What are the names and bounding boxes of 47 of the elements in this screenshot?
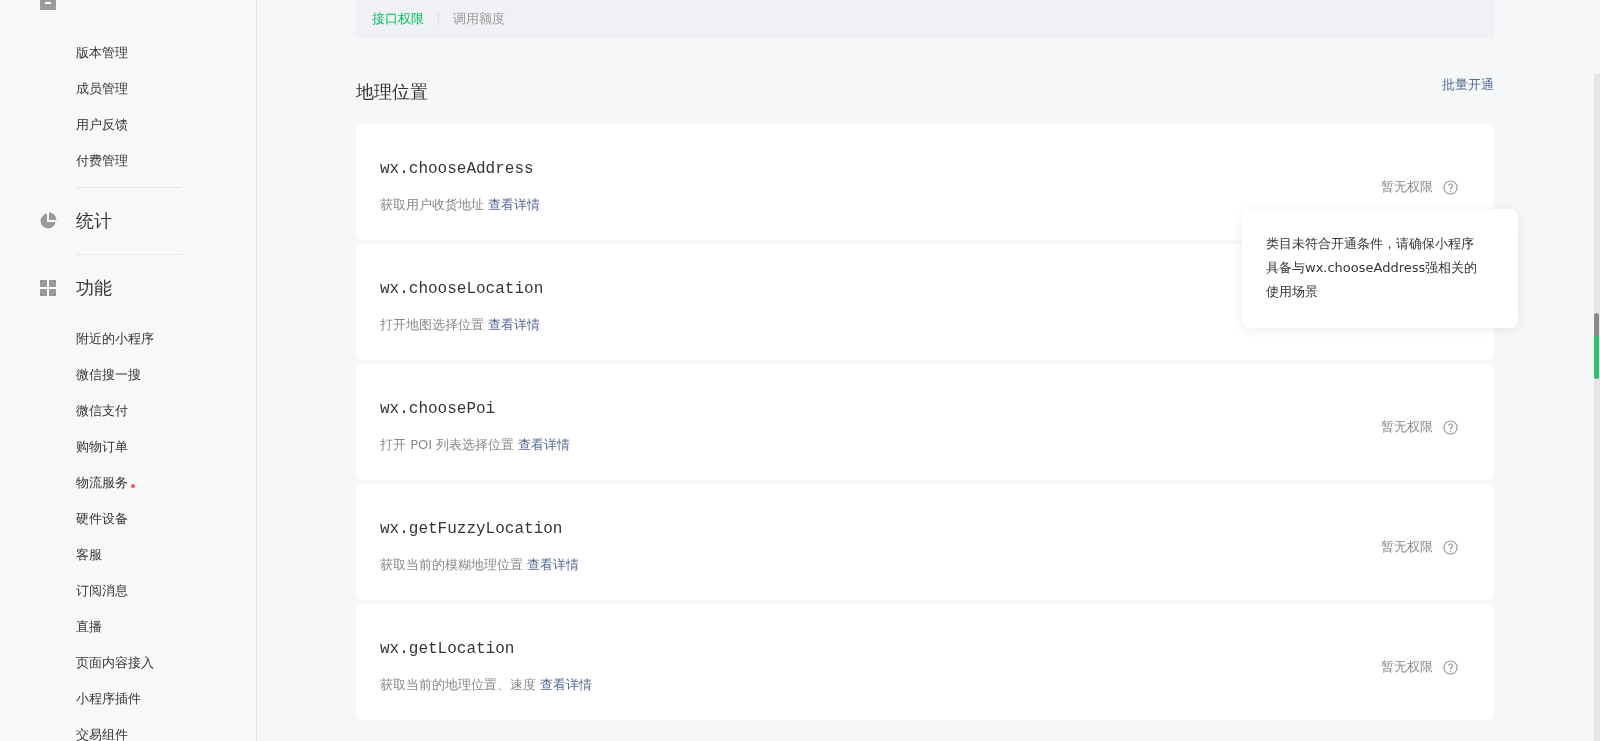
sidebar-item[interactable]: 微信搜一搜 bbox=[0, 357, 256, 393]
permission-status: 暂无权限 bbox=[1381, 538, 1433, 556]
help-icon[interactable] bbox=[1443, 179, 1458, 195]
batch-enable-link[interactable]: 批量开通 bbox=[1442, 76, 1494, 94]
sidebar-item[interactable]: 用户反馈 bbox=[0, 107, 256, 143]
api-name: wx.chooseAddress bbox=[380, 160, 535, 178]
sidebar-item[interactable]: 微信支付 bbox=[0, 393, 256, 429]
sidebar-item[interactable]: 物流服务 bbox=[0, 465, 256, 501]
section-title: 地理位置 bbox=[356, 80, 428, 104]
permission-status: 暂无权限 bbox=[1381, 418, 1433, 436]
api-description: 获取用户收货地址 bbox=[380, 197, 484, 212]
api-name: wx.getFuzzyLocation bbox=[380, 520, 564, 538]
sidebar-item[interactable]: 附近的小程序 bbox=[0, 321, 256, 357]
api-description: 打开地图选择位置 bbox=[380, 317, 484, 332]
sidebar-item[interactable]: 硬件设备 bbox=[0, 501, 256, 537]
details-link[interactable]: 查看详情 bbox=[518, 437, 571, 452]
api-description: 获取当前的模糊地理位置 bbox=[380, 557, 523, 572]
permission-status: 暂无权限 bbox=[1381, 178, 1433, 196]
help-icon[interactable] bbox=[1443, 659, 1458, 675]
sidebar-group-title[interactable]: 统计 bbox=[76, 209, 112, 233]
sidebar-item[interactable]: 页面内容接入 bbox=[0, 645, 256, 681]
details-link[interactable]: 查看详情 bbox=[527, 557, 580, 572]
help-icon[interactable] bbox=[1443, 419, 1458, 435]
details-link[interactable]: 查看详情 bbox=[488, 317, 541, 332]
api-name: wx.getLocation bbox=[380, 640, 516, 658]
api-description: 获取当前的地理位置、速度 bbox=[380, 677, 536, 692]
sidebar-item[interactable]: 付费管理 bbox=[0, 143, 256, 179]
sidebar-item[interactable]: 成员管理 bbox=[0, 71, 256, 107]
tooltip: 类目未符合开通条件，请确保小程序 具备与wx.chooseAddress强相关的 使用场景 bbox=[1242, 209, 1518, 328]
permission-status: 暂无权限 bbox=[1381, 658, 1433, 676]
api-name: wx.chooseLocation bbox=[380, 280, 544, 298]
details-link[interactable]: 查看详情 bbox=[488, 197, 541, 212]
sidebar-item[interactable]: 订阅消息 bbox=[0, 573, 256, 609]
sidebar-item[interactable]: 直播 bbox=[0, 609, 256, 645]
sidebar-item[interactable]: 交易组件 bbox=[0, 717, 256, 741]
scrollbar-thumb[interactable] bbox=[1594, 313, 1599, 379]
grid-icon bbox=[39, 279, 57, 297]
sidebar-item[interactable]: 客服 bbox=[0, 537, 256, 573]
sidebar-item[interactable]: 购物订单 bbox=[0, 429, 256, 465]
sidebar-item[interactable]: 小程序插件 bbox=[0, 681, 256, 717]
api-description: 打开 POI 列表选择位置 bbox=[380, 437, 515, 452]
sidebar-group-title[interactable]: 功能 bbox=[76, 276, 112, 300]
help-icon[interactable] bbox=[1443, 539, 1458, 555]
pie-chart-icon bbox=[39, 212, 57, 230]
sidebar-item[interactable]: 版本管理 bbox=[0, 35, 256, 71]
details-link[interactable]: 查看详情 bbox=[540, 677, 593, 692]
api-name: wx.choosePoi bbox=[380, 400, 497, 418]
